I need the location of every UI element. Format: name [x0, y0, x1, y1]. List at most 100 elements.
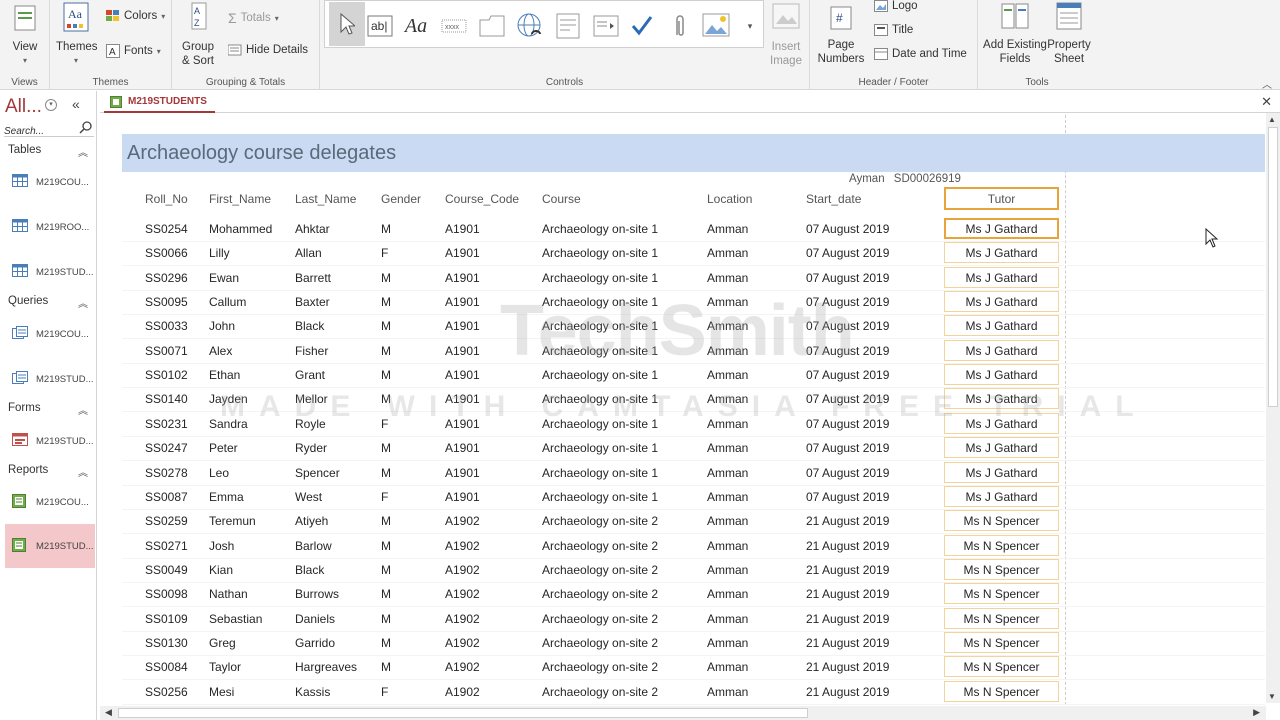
themes-button[interactable]: Aa Themes ▾ — [56, 2, 98, 68]
cell-roll-no[interactable]: SS0259 — [145, 514, 188, 528]
cell-tutor[interactable]: Ms N Spencer — [944, 681, 1059, 702]
cell-gender[interactable]: M — [381, 271, 391, 285]
cell-course-code[interactable]: A1902 — [445, 514, 480, 528]
cell-location[interactable]: Amman — [707, 319, 748, 333]
cell-location[interactable]: Amman — [707, 441, 748, 455]
cell-course-code[interactable]: A1901 — [445, 295, 480, 309]
cell-location[interactable]: Amman — [707, 344, 748, 358]
collapse-chevron-icon[interactable]: ︽ — [78, 464, 88, 479]
cell-roll-no[interactable]: SS0049 — [145, 563, 188, 577]
cell-course[interactable]: Archaeology on-site 1 — [542, 490, 658, 504]
cell-course-code[interactable]: A1902 — [445, 636, 480, 650]
cell-last-name[interactable]: Ryder — [295, 441, 327, 455]
cell-last-name[interactable]: Fisher — [295, 344, 328, 358]
cell-gender[interactable]: M — [381, 514, 391, 528]
collapse-ribbon-icon[interactable]: ︿ — [1262, 76, 1272, 91]
hide-details-button[interactable]: Hide Details — [228, 44, 308, 56]
cell-location[interactable]: Amman — [707, 368, 748, 382]
cell-first-name[interactable]: Nathan — [209, 587, 248, 601]
cell-roll-no[interactable]: SS0296 — [145, 271, 188, 285]
cell-roll-no[interactable]: SS0066 — [145, 246, 188, 260]
cell-roll-no[interactable]: SS0271 — [145, 539, 188, 553]
cell-start-date[interactable]: 07 August 2019 — [806, 295, 889, 309]
web-browser-icon[interactable] — [553, 11, 583, 41]
cell-last-name[interactable]: Black — [295, 563, 324, 577]
cell-last-name[interactable]: Daniels — [295, 612, 335, 626]
nav-section-tables[interactable]: Tables ︽ — [8, 144, 90, 159]
cell-course[interactable]: Archaeology on-site 2 — [542, 660, 658, 674]
cell-course[interactable]: Archaeology on-site 2 — [542, 563, 658, 577]
cell-first-name[interactable]: Mesi — [209, 685, 234, 699]
cell-first-name[interactable]: Taylor — [209, 660, 241, 674]
nav-pane-title[interactable]: All... — [5, 96, 42, 118]
cell-first-name[interactable]: Kian — [209, 563, 233, 577]
cell-course-code[interactable]: A1901 — [445, 344, 480, 358]
cell-roll-no[interactable]: SS0140 — [145, 392, 188, 406]
cell-start-date[interactable]: 21 August 2019 — [806, 612, 889, 626]
nav-item-report-selected[interactable]: M219STUD... — [5, 524, 95, 568]
nav-item-form[interactable]: M219STUD... — [5, 423, 95, 455]
cell-gender[interactable]: M — [381, 563, 391, 577]
tab-m219students[interactable]: M219STUDENTS — [104, 91, 215, 113]
cell-tutor[interactable]: Ms N Spencer — [944, 583, 1059, 604]
cell-first-name[interactable]: Teremun — [209, 514, 256, 528]
cell-start-date[interactable]: 07 August 2019 — [806, 246, 889, 260]
cell-gender[interactable]: M — [381, 466, 391, 480]
logo-button[interactable]: Logo — [874, 0, 918, 12]
cell-start-date[interactable]: 21 August 2019 — [806, 636, 889, 650]
cell-gender[interactable]: M — [381, 539, 391, 553]
vertical-scrollbar[interactable]: ▲ ▼ — [1266, 113, 1280, 703]
nav-item-table[interactable]: M219ROO... — [5, 209, 95, 241]
cell-first-name[interactable]: Sandra — [209, 417, 248, 431]
cell-location[interactable]: Amman — [707, 417, 748, 431]
cell-roll-no[interactable]: SS0231 — [145, 417, 188, 431]
insert-image-button[interactable]: Insert Image — [766, 2, 806, 68]
column-header-start-date[interactable]: Start_date — [806, 192, 861, 206]
column-header-course[interactable]: Course — [542, 192, 581, 206]
nav-section-queries[interactable]: Queries ︽ — [8, 295, 90, 310]
cell-roll-no[interactable]: SS0102 — [145, 368, 188, 382]
cell-gender[interactable]: M — [381, 392, 391, 406]
cell-location[interactable]: Amman — [707, 636, 748, 650]
cell-first-name[interactable]: Ethan — [209, 368, 240, 382]
nav-item-table[interactable]: M219COU... — [5, 164, 95, 196]
cell-last-name[interactable]: Kassis — [295, 685, 330, 699]
close-tab-icon[interactable]: ✕ — [1261, 94, 1272, 110]
cell-gender[interactable]: M — [381, 660, 391, 674]
cell-location[interactable]: Amman — [707, 514, 748, 528]
cell-start-date[interactable]: 07 August 2019 — [806, 368, 889, 382]
button-icon[interactable]: xxxx — [439, 11, 469, 41]
cell-last-name[interactable]: Barlow — [295, 539, 332, 553]
cell-start-date[interactable]: 07 August 2019 — [806, 466, 889, 480]
cell-first-name[interactable]: Jayden — [209, 392, 248, 406]
report-meta[interactable]: Ayman SD00026919 — [849, 173, 961, 185]
cell-location[interactable]: Amman — [707, 222, 748, 236]
cell-course-code[interactable]: A1901 — [445, 392, 480, 406]
nav-item-query[interactable]: M219COU... — [5, 316, 95, 348]
group-sort-button[interactable]: AZ Group & Sort — [176, 2, 220, 68]
cell-start-date[interactable]: 07 August 2019 — [806, 271, 889, 285]
cell-course[interactable]: Archaeology on-site 2 — [542, 612, 658, 626]
cell-course-code[interactable]: A1901 — [445, 319, 480, 333]
cell-gender[interactable]: F — [381, 417, 388, 431]
cell-roll-no[interactable]: SS0278 — [145, 466, 188, 480]
cell-first-name[interactable]: Greg — [209, 636, 236, 650]
cell-course-code[interactable]: A1901 — [445, 417, 480, 431]
cell-tutor[interactable]: Ms J Gathard — [944, 413, 1059, 434]
label-icon[interactable]: Aa — [401, 11, 431, 41]
cell-course[interactable]: Archaeology on-site 1 — [542, 368, 658, 382]
cell-course-code[interactable]: A1901 — [445, 246, 480, 260]
colors-button[interactable]: Colors ▾ — [106, 10, 165, 22]
search-icon[interactable] — [79, 121, 92, 134]
column-header-course-code[interactable]: Course_Code — [445, 192, 519, 206]
nav-search-input[interactable]: Search... — [4, 121, 94, 137]
cell-first-name[interactable]: Josh — [209, 539, 234, 553]
cell-tutor[interactable]: Ms J Gathard — [944, 267, 1059, 288]
cell-gender[interactable]: M — [381, 344, 391, 358]
cell-course[interactable]: Archaeology on-site 2 — [542, 685, 658, 699]
cell-course-code[interactable]: A1902 — [445, 563, 480, 577]
cell-first-name[interactable]: Peter — [209, 441, 238, 455]
cell-course[interactable]: Archaeology on-site 2 — [542, 514, 658, 528]
cell-course[interactable]: Archaeology on-site 1 — [542, 295, 658, 309]
scroll-right-icon[interactable]: ▶ — [1253, 707, 1260, 718]
